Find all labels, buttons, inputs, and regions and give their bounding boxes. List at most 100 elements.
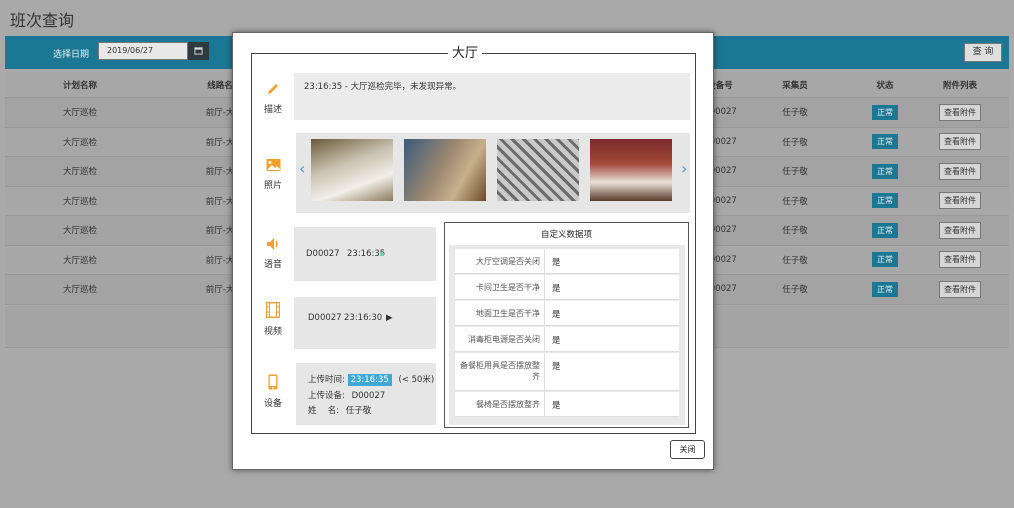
- collector-cell-text: 任子敬: [782, 167, 808, 178]
- name-line: 姓 名: 任子敬: [308, 404, 371, 416]
- status-badge: 正常: [872, 134, 898, 150]
- name-label: 姓 名:: [308, 406, 340, 416]
- view-attachment-button[interactable]: 查看附件: [939, 251, 981, 269]
- custom-field-row: 备餐柜用具是否摆放整齐是: [455, 353, 679, 391]
- speaker-icon: [267, 238, 278, 250]
- custom-field-key: 消毒柜电源是否关闭: [455, 327, 545, 351]
- collector-cell-text: 任子敬: [782, 108, 808, 119]
- upload-time-line: 上传时间: 23:16:35 (< 50米): [308, 373, 435, 386]
- attach-cell: 查看附件: [905, 157, 1014, 186]
- plan-cell: 大厅巡检: [5, 246, 155, 275]
- view-attachment-button[interactable]: 查看附件: [939, 133, 981, 151]
- col-header-attach: 附件列表: [942, 80, 977, 91]
- collector-cell-text: 任子敬: [782, 226, 808, 237]
- upload-device-label: 上传设备:: [308, 391, 345, 401]
- attach-cell: 查看附件: [905, 128, 1014, 157]
- custom-field-key: 备餐柜用具是否摆放整齐: [455, 353, 545, 390]
- custom-field-value: 是: [552, 310, 561, 320]
- status-badge: 正常: [872, 193, 898, 209]
- view-attachment-button[interactable]: 查看附件: [939, 280, 981, 298]
- date-label: 选择日期: [53, 50, 90, 60]
- custom-field-key: 卡间卫生是否干净: [455, 275, 545, 299]
- attach-cell: 查看附件: [905, 216, 1014, 245]
- custom-field-value: 是: [552, 401, 561, 411]
- distance-text: (< 50米): [398, 375, 435, 385]
- chevron-left-icon[interactable]: ‹: [299, 159, 305, 178]
- play-icon[interactable]: ▶: [386, 313, 393, 323]
- plan-cell-text: 大厅巡检: [62, 196, 97, 207]
- collector-cell-text: 任子敬: [782, 196, 808, 207]
- plan-cell: 大厅巡检: [5, 128, 155, 157]
- photo-thumbnail[interactable]: [497, 139, 579, 201]
- custom-field-key: 大厅空调是否关闭: [455, 249, 545, 273]
- photo-thumbnail[interactable]: [404, 139, 486, 201]
- view-attachment-button[interactable]: 查看附件: [939, 221, 981, 239]
- close-button[interactable]: 关闭: [670, 440, 705, 459]
- custom-fields-title: 自定义数据项: [540, 230, 592, 240]
- device-section-label: 设备: [252, 374, 294, 409]
- audio-dot-icon: [380, 252, 384, 256]
- collector-cell-text: 任子敬: [782, 285, 808, 296]
- audio-clip[interactable]: D00027 23:16:35: [294, 227, 436, 281]
- audio-section-label: 语音: [252, 237, 294, 270]
- video-section-label: 视频: [252, 302, 294, 337]
- view-attachment-button[interactable]: 查看附件: [939, 192, 981, 210]
- photo-section-label: 照片: [252, 158, 294, 191]
- plan-cell: 大厅巡检: [5, 157, 155, 186]
- route-cell-text: 前厅-大: [205, 285, 235, 296]
- photo-thumbnail[interactable]: [311, 139, 393, 201]
- modal-title: 大厅: [448, 42, 483, 61]
- custom-field-row: 消毒柜电源是否关闭是: [455, 327, 679, 352]
- collector-cell-text: 任子敬: [782, 255, 808, 266]
- film-icon: [266, 302, 280, 318]
- attach-cell: 查看附件: [905, 246, 1014, 275]
- route-cell-text: 前厅-大: [205, 226, 235, 237]
- photo-label: 照片: [263, 181, 282, 191]
- collector-cell: 任子敬: [760, 187, 830, 216]
- page-title: 班次查询: [10, 11, 75, 30]
- video-device: D00027: [308, 313, 342, 323]
- custom-fields-list[interactable]: 大厅空调是否关闭是卡间卫生是否干净是地面卫生是否干净是消毒柜电源是否关闭是备餐柜…: [449, 245, 685, 425]
- collector-cell: 任子敬: [760, 275, 830, 304]
- collector-cell: 任子敬: [760, 216, 830, 245]
- route-cell-text: 前厅-大: [205, 167, 235, 178]
- custom-field-value: 是: [552, 362, 561, 372]
- query-button[interactable]: 查 询: [964, 43, 1002, 62]
- col-header-plan: 计划名称: [62, 80, 97, 91]
- plan-cell: 大厅巡检: [5, 216, 155, 245]
- calendar-button[interactable]: [188, 42, 209, 60]
- custom-field-value: 是: [552, 258, 561, 268]
- custom-field-value: 是: [552, 336, 561, 346]
- date-input[interactable]: 2019/06/27: [98, 42, 188, 60]
- view-attachment-button[interactable]: 查看附件: [939, 162, 981, 180]
- photo-thumbnail[interactable]: [590, 139, 672, 201]
- calendar-icon: [194, 47, 203, 55]
- route-cell-text: 前厅-大: [205, 196, 235, 207]
- col-header-collector: 采集员: [782, 80, 808, 91]
- chevron-right-icon[interactable]: ›: [681, 159, 687, 178]
- view-attachment-button[interactable]: 查看附件: [939, 103, 981, 121]
- video-time: 23:16:30: [344, 313, 383, 323]
- plan-cell: 大厅巡检: [5, 187, 155, 216]
- upload-device-value: D00027: [351, 391, 386, 401]
- desc-label: 描述: [263, 105, 282, 115]
- collector-cell: 任子敬: [760, 128, 830, 157]
- detail-panel: 大厅 描述 23:16:35 - 大厅巡检完毕，未发现异常。 照片 ‹ › 语音…: [251, 42, 696, 434]
- video-clip[interactable]: D00027 23:16:30 ▶: [294, 297, 436, 349]
- attach-cell: 查看附件: [905, 275, 1014, 304]
- audio-label: 语音: [263, 260, 282, 270]
- pencil-icon: [268, 84, 278, 94]
- image-icon: [266, 159, 280, 171]
- route-cell-text: 前厅-大: [205, 137, 235, 148]
- plan-cell: 大厅巡检: [5, 98, 155, 127]
- status-badge: 正常: [872, 281, 898, 297]
- upload-time-label: 上传时间:: [308, 375, 345, 385]
- photo-carousel: ‹ ›: [296, 133, 690, 213]
- status-badge: 正常: [872, 163, 898, 179]
- name-value: 任子敬: [345, 406, 372, 416]
- attach-cell: 查看附件: [905, 98, 1014, 127]
- plan-cell-text: 大厅巡检: [62, 108, 97, 119]
- custom-field-row: 卡间卫生是否干净是: [455, 275, 679, 300]
- custom-field-value: 是: [552, 284, 561, 294]
- collector-cell: 任子敬: [760, 157, 830, 186]
